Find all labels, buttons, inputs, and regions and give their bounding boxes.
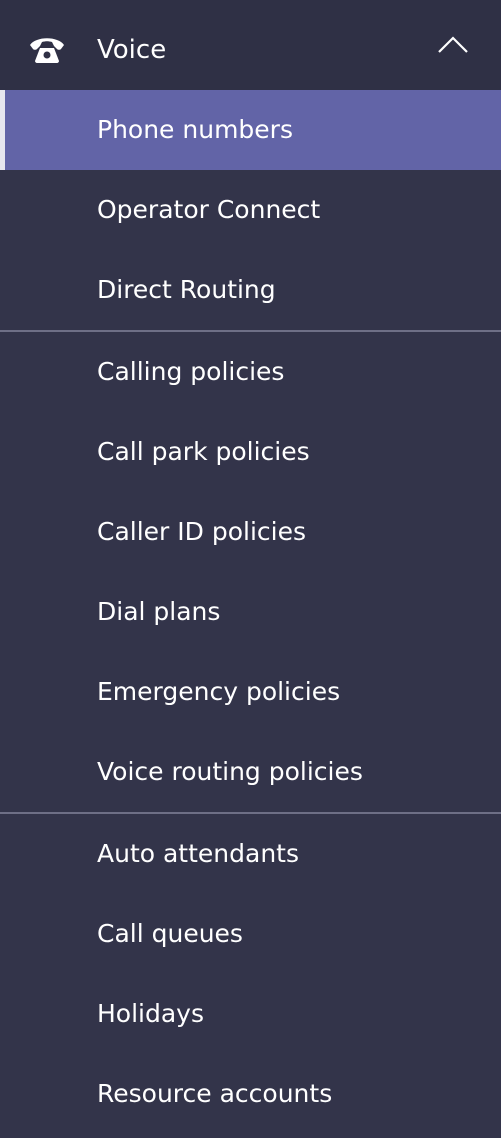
nav-item-label: Operator Connect	[97, 195, 321, 224]
nav-item-label: Caller ID policies	[97, 517, 306, 546]
nav-item-emergency-policies[interactable]: Emergency policies	[0, 652, 501, 732]
nav-item-label: Phone numbers	[97, 115, 293, 144]
nav-item-label: Calling policies	[97, 357, 285, 386]
voice-section-header[interactable]: Voice	[0, 0, 501, 90]
nav-item-label: Voice routing policies	[97, 757, 363, 786]
nav-item-call-park-policies[interactable]: Call park policies	[0, 412, 501, 492]
nav-group-policies: Calling policies Call park policies Call…	[0, 332, 501, 812]
phone-icon	[28, 34, 66, 64]
nav-item-label: Resource accounts	[97, 1079, 333, 1108]
section-title: Voice	[97, 35, 167, 65]
voice-navigation: Voice Phone numbers Operator Connect Dir…	[0, 0, 501, 1138]
nav-item-operator-connect[interactable]: Operator Connect	[0, 170, 501, 250]
nav-item-resource-accounts[interactable]: Resource accounts	[0, 1054, 501, 1134]
nav-item-label: Call queues	[97, 919, 243, 948]
nav-group-numbers: Phone numbers Operator Connect Direct Ro…	[0, 90, 501, 330]
nav-item-label: Emergency policies	[97, 677, 341, 706]
nav-item-label: Auto attendants	[97, 839, 300, 868]
chevron-up-icon[interactable]	[437, 36, 469, 54]
nav-item-direct-routing[interactable]: Direct Routing	[0, 250, 501, 330]
nav-item-label: Holidays	[97, 999, 204, 1028]
nav-group-call-handling: Auto attendants Call queues Holidays Res…	[0, 814, 501, 1134]
nav-item-dial-plans[interactable]: Dial plans	[0, 572, 501, 652]
nav-item-voice-routing-policies[interactable]: Voice routing policies	[0, 732, 501, 812]
nav-item-label: Direct Routing	[97, 275, 276, 304]
nav-item-calling-policies[interactable]: Calling policies	[0, 332, 501, 412]
nav-item-phone-numbers[interactable]: Phone numbers	[0, 90, 501, 170]
nav-item-call-queues[interactable]: Call queues	[0, 894, 501, 974]
nav-item-label: Call park policies	[97, 437, 310, 466]
nav-item-holidays[interactable]: Holidays	[0, 974, 501, 1054]
nav-item-label: Dial plans	[97, 597, 221, 626]
nav-item-caller-id-policies[interactable]: Caller ID policies	[0, 492, 501, 572]
nav-item-auto-attendants[interactable]: Auto attendants	[0, 814, 501, 894]
